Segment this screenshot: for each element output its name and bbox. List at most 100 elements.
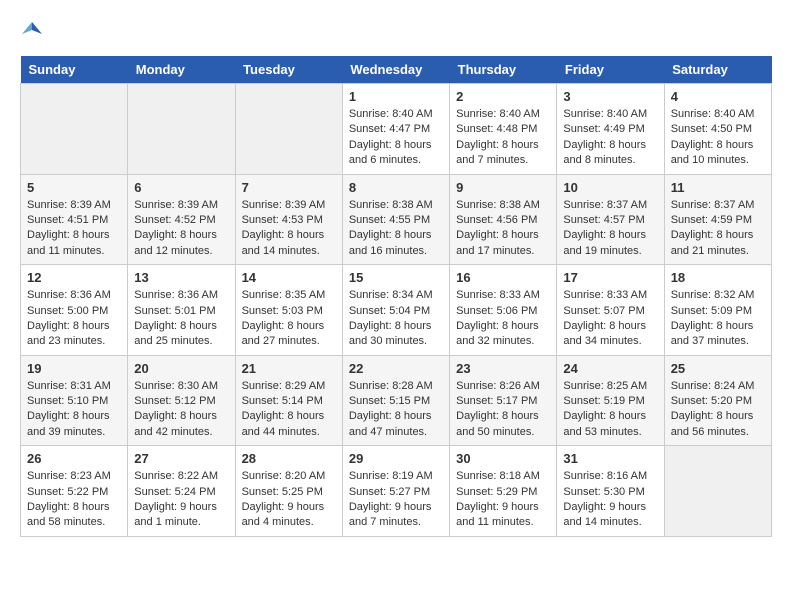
day-headers-row: SundayMondayTuesdayWednesdayThursdayFrid… [21, 56, 772, 84]
calendar-cell: 30Sunrise: 8:18 AM Sunset: 5:29 PM Dayli… [450, 446, 557, 537]
cell-content: Sunrise: 8:40 AM Sunset: 4:48 PM Dayligh… [456, 107, 550, 169]
calendar-cell: 1Sunrise: 8:40 AM Sunset: 4:47 PM Daylig… [342, 84, 449, 175]
day-number: 9 [456, 180, 550, 195]
day-header-tuesday: Tuesday [235, 56, 342, 84]
cell-content: Sunrise: 8:39 AM Sunset: 4:51 PM Dayligh… [27, 198, 121, 260]
day-number: 2 [456, 89, 550, 104]
cell-content: Sunrise: 8:29 AM Sunset: 5:14 PM Dayligh… [242, 379, 336, 441]
day-number: 11 [671, 180, 765, 195]
calendar-cell: 19 Sunrise: 8:31 AM Sunset: 5:10 PM Dayli… [21, 355, 128, 446]
day-number: 7 [242, 180, 336, 195]
calendar-cell [21, 84, 128, 175]
day-number: 25 [671, 361, 765, 376]
day-number: 4 [671, 89, 765, 104]
week-row-2: 12 Sunrise: 8:36 AM Sunset: 5:00 PM Dayli… [21, 265, 772, 356]
calendar-cell: 17 Sunrise: 8:33 AM Sunset: 5:07 PM Dayli… [557, 265, 664, 356]
cell-content: Sunrise: 8:35 AM Sunset: 5:03 PM Dayligh… [242, 288, 336, 350]
calendar-cell: 20 Sunrise: 8:30 AM Sunset: 5:12 PM Dayli… [128, 355, 235, 446]
calendar-cell: 23 Sunrise: 8:26 AM Sunset: 5:17 PM Dayli… [450, 355, 557, 446]
day-number: 18 [671, 270, 765, 285]
day-number: 15 [349, 270, 443, 285]
day-number: 24 [563, 361, 657, 376]
calendar-cell: 22Sunrise: 8:28 AM Sunset: 5:15 PM Dayli… [342, 355, 449, 446]
calendar-cell: 16Sunrise: 8:33 AM Sunset: 5:06 PM Dayli… [450, 265, 557, 356]
calendar-cell: 9Sunrise: 8:38 AM Sunset: 4:56 PM Daylig… [450, 174, 557, 265]
day-number: 6 [134, 180, 228, 195]
day-header-monday: Monday [128, 56, 235, 84]
cell-content: Sunrise: 8:37 AM Sunset: 4:59 PM Dayligh… [671, 198, 765, 260]
cell-content: Sunrise: 8:32 AM Sunset: 5:09 PM Dayligh… [671, 288, 765, 350]
cell-content: Sunrise: 8:34 AM Sunset: 5:04 PM Dayligh… [349, 288, 443, 350]
day-number: 14 [242, 270, 336, 285]
calendar-cell [664, 446, 771, 537]
cell-content: Sunrise: 8:22 AM Sunset: 5:24 PM Dayligh… [134, 469, 228, 531]
cell-content: Sunrise: 8:30 AM Sunset: 5:12 PM Dayligh… [134, 379, 228, 441]
calendar-cell: 11 Sunrise: 8:37 AM Sunset: 4:59 PM Dayli… [664, 174, 771, 265]
cell-content: Sunrise: 8:39 AM Sunset: 4:53 PM Dayligh… [242, 198, 336, 260]
week-row-3: 19 Sunrise: 8:31 AM Sunset: 5:10 PM Dayli… [21, 355, 772, 446]
day-number: 20 [134, 361, 228, 376]
calendar-cell: 25 Sunrise: 8:24 AM Sunset: 5:20 PM Dayli… [664, 355, 771, 446]
calendar-cell: 18 Sunrise: 8:32 AM Sunset: 5:09 PM Dayli… [664, 265, 771, 356]
calendar-cell: 26 Sunrise: 8:23 AM Sunset: 5:22 PM Dayli… [21, 446, 128, 537]
calendar-cell: 5 Sunrise: 8:39 AM Sunset: 4:51 PM Daylig… [21, 174, 128, 265]
cell-content: Sunrise: 8:25 AM Sunset: 5:19 PM Dayligh… [563, 379, 657, 441]
week-row-0: 1Sunrise: 8:40 AM Sunset: 4:47 PM Daylig… [21, 84, 772, 175]
cell-content: Sunrise: 8:23 AM Sunset: 5:22 PM Dayligh… [27, 469, 121, 531]
week-row-4: 26 Sunrise: 8:23 AM Sunset: 5:22 PM Dayli… [21, 446, 772, 537]
page-header [20, 20, 772, 40]
day-number: 29 [349, 451, 443, 466]
logo [20, 20, 42, 40]
day-header-saturday: Saturday [664, 56, 771, 84]
cell-content: Sunrise: 8:39 AM Sunset: 4:52 PM Dayligh… [134, 198, 228, 260]
day-number: 16 [456, 270, 550, 285]
calendar-cell: 3 Sunrise: 8:40 AM Sunset: 4:49 PM Daylig… [557, 84, 664, 175]
calendar-cell: 7 Sunrise: 8:39 AM Sunset: 4:53 PM Daylig… [235, 174, 342, 265]
calendar-cell: 15 Sunrise: 8:34 AM Sunset: 5:04 PM Dayli… [342, 265, 449, 356]
day-header-wednesday: Wednesday [342, 56, 449, 84]
calendar-cell: 12 Sunrise: 8:36 AM Sunset: 5:00 PM Dayli… [21, 265, 128, 356]
cell-content: Sunrise: 8:26 AM Sunset: 5:17 PM Dayligh… [456, 379, 550, 441]
calendar-cell: 14 Sunrise: 8:35 AM Sunset: 5:03 PM Dayli… [235, 265, 342, 356]
day-header-friday: Friday [557, 56, 664, 84]
cell-content: Sunrise: 8:37 AM Sunset: 4:57 PM Dayligh… [563, 198, 657, 260]
cell-content: Sunrise: 8:20 AM Sunset: 5:25 PM Dayligh… [242, 469, 336, 531]
cell-content: Sunrise: 8:18 AM Sunset: 5:29 PM Dayligh… [456, 469, 550, 531]
calendar-cell: 28 Sunrise: 8:20 AM Sunset: 5:25 PM Dayli… [235, 446, 342, 537]
calendar-cell: 2 Sunrise: 8:40 AM Sunset: 4:48 PM Daylig… [450, 84, 557, 175]
cell-content: Sunrise: 8:40 AM Sunset: 4:49 PM Dayligh… [563, 107, 657, 169]
day-number: 12 [27, 270, 121, 285]
day-number: 5 [27, 180, 121, 195]
day-number: 17 [563, 270, 657, 285]
cell-content: Sunrise: 8:36 AM Sunset: 5:01 PM Dayligh… [134, 288, 228, 350]
cell-content: Sunrise: 8:24 AM Sunset: 5:20 PM Dayligh… [671, 379, 765, 441]
calendar-table: SundayMondayTuesdayWednesdayThursdayFrid… [20, 56, 772, 537]
cell-content: Sunrise: 8:19 AM Sunset: 5:27 PM Dayligh… [349, 469, 443, 531]
day-number: 26 [27, 451, 121, 466]
calendar-cell: 24 Sunrise: 8:25 AM Sunset: 5:19 PM Dayli… [557, 355, 664, 446]
logo-bird-icon [22, 20, 42, 40]
day-number: 19 [27, 361, 121, 376]
calendar-cell: 27Sunrise: 8:22 AM Sunset: 5:24 PM Dayli… [128, 446, 235, 537]
calendar-cell [128, 84, 235, 175]
calendar-cell: 10 Sunrise: 8:37 AM Sunset: 4:57 PM Dayli… [557, 174, 664, 265]
day-number: 10 [563, 180, 657, 195]
cell-content: Sunrise: 8:38 AM Sunset: 4:55 PM Dayligh… [349, 198, 443, 260]
calendar-cell: 8Sunrise: 8:38 AM Sunset: 4:55 PM Daylig… [342, 174, 449, 265]
cell-content: Sunrise: 8:40 AM Sunset: 4:50 PM Dayligh… [671, 107, 765, 169]
calendar-cell: 13Sunrise: 8:36 AM Sunset: 5:01 PM Dayli… [128, 265, 235, 356]
day-header-sunday: Sunday [21, 56, 128, 84]
week-row-1: 5 Sunrise: 8:39 AM Sunset: 4:51 PM Daylig… [21, 174, 772, 265]
day-number: 3 [563, 89, 657, 104]
calendar-cell: 21 Sunrise: 8:29 AM Sunset: 5:14 PM Dayli… [235, 355, 342, 446]
calendar-cell: 29 Sunrise: 8:19 AM Sunset: 5:27 PM Dayli… [342, 446, 449, 537]
cell-content: Sunrise: 8:33 AM Sunset: 5:07 PM Dayligh… [563, 288, 657, 350]
cell-content: Sunrise: 8:31 AM Sunset: 5:10 PM Dayligh… [27, 379, 121, 441]
cell-content: Sunrise: 8:40 AM Sunset: 4:47 PM Dayligh… [349, 107, 443, 169]
day-number: 28 [242, 451, 336, 466]
calendar-cell: 4 Sunrise: 8:40 AM Sunset: 4:50 PM Daylig… [664, 84, 771, 175]
day-number: 23 [456, 361, 550, 376]
cell-content: Sunrise: 8:36 AM Sunset: 5:00 PM Dayligh… [27, 288, 121, 350]
day-number: 21 [242, 361, 336, 376]
calendar-cell: 31Sunrise: 8:16 AM Sunset: 5:30 PM Dayli… [557, 446, 664, 537]
